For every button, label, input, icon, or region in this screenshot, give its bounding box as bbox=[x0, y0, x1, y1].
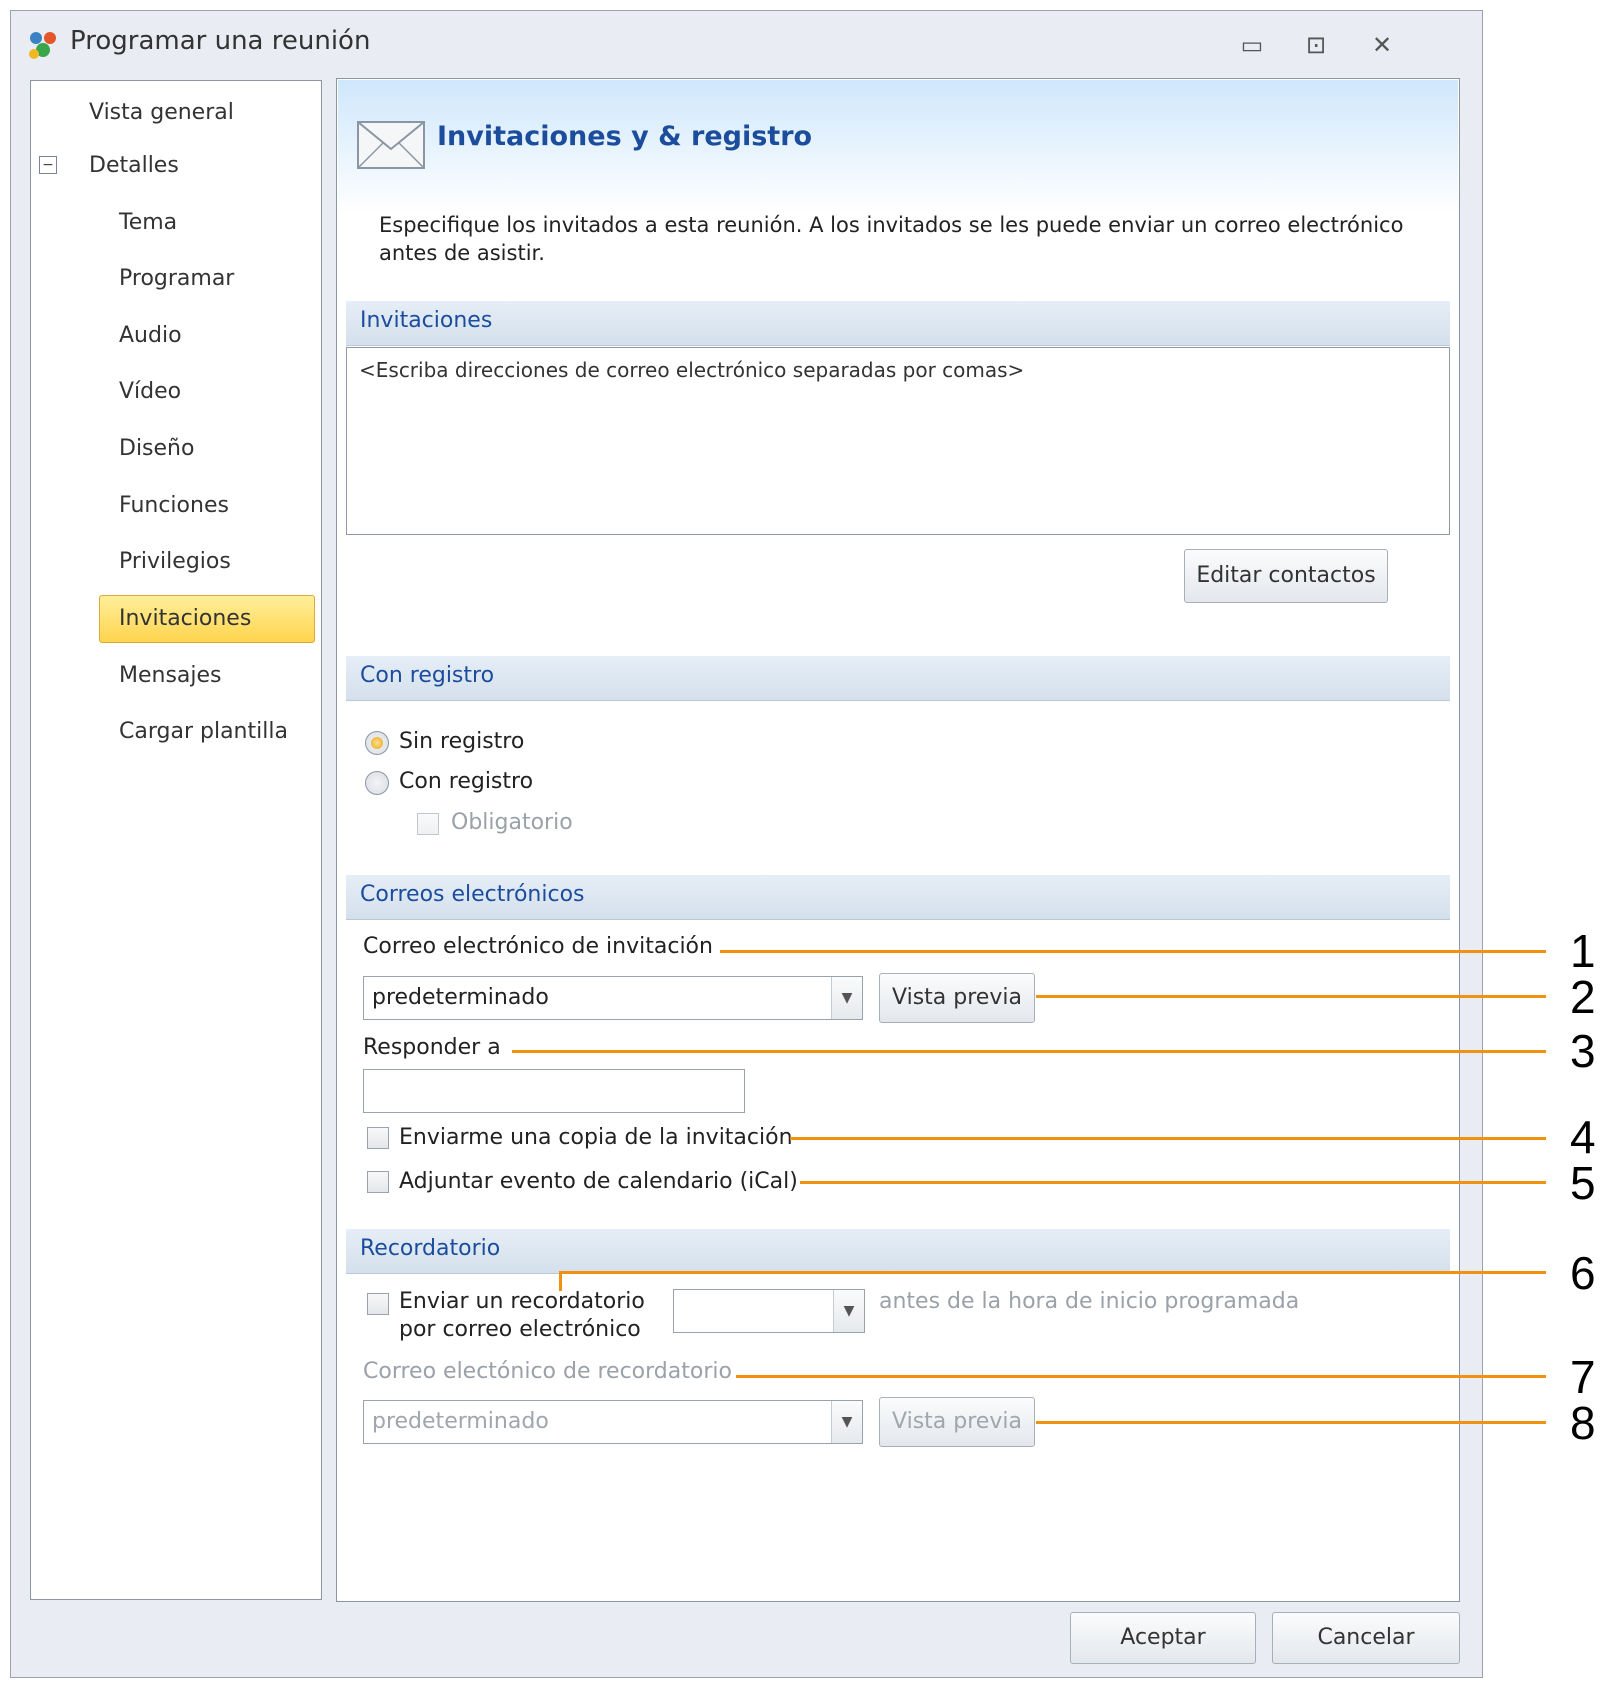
sidebar-item-vista-general[interactable]: Vista general bbox=[31, 89, 321, 137]
obligatorio-checkbox[interactable] bbox=[417, 813, 439, 835]
send-reminder-checkbox[interactable] bbox=[367, 1293, 389, 1315]
reminder-time-select[interactable]: ▼ bbox=[673, 1289, 865, 1333]
callout-line-6-drop bbox=[559, 1271, 562, 1291]
section-invitaciones: Invitaciones bbox=[346, 301, 1450, 346]
main-panel: Invitaciones y & registro Especifique lo… bbox=[336, 78, 1460, 1602]
section-correos: Correos electrónicos bbox=[346, 875, 1450, 920]
invitations-email-textarea[interactable]: <Escriba direcciones de correo electróni… bbox=[346, 347, 1450, 535]
attach-ical-label: Adjuntar evento de calendario (iCal) bbox=[399, 1169, 798, 1194]
invitation-email-label: Correo electrónico de invitación bbox=[363, 934, 713, 959]
con-registro-label: Con registro bbox=[399, 769, 534, 794]
reply-to-input[interactable] bbox=[363, 1069, 745, 1113]
edit-contacts-button[interactable]: Editar contactos bbox=[1184, 549, 1388, 603]
envelope-icon bbox=[357, 121, 425, 173]
callout-line-1 bbox=[720, 950, 1546, 953]
reply-to-label: Responder a bbox=[363, 1035, 501, 1060]
close-icon[interactable]: ✕ bbox=[1362, 28, 1402, 62]
header-band bbox=[338, 80, 1458, 230]
radio-con-registro[interactable] bbox=[365, 771, 389, 795]
before-start-text: antes de la hora de inicio programada bbox=[879, 1289, 1300, 1314]
attach-ical-checkbox[interactable] bbox=[367, 1171, 389, 1193]
sidebar-item-invitaciones[interactable]: Invitaciones bbox=[31, 595, 321, 643]
window-title: Programar una reunión bbox=[70, 26, 371, 56]
sin-registro-label: Sin registro bbox=[399, 729, 525, 754]
sidebar-item-programar[interactable]: Programar bbox=[31, 255, 321, 303]
sidebar-item-mensajes[interactable]: Mensajes bbox=[31, 652, 321, 700]
callout-line-2 bbox=[1036, 995, 1546, 998]
callout-number-6: 6 bbox=[1570, 1247, 1596, 1299]
cancel-button[interactable]: Cancelar bbox=[1272, 1612, 1460, 1664]
chevron-down-icon: ▼ bbox=[831, 977, 862, 1019]
sidebar-item-detalles[interactable]: Detalles bbox=[31, 142, 321, 190]
callout-line-8 bbox=[1036, 1421, 1546, 1424]
chevron-down-icon: ▼ bbox=[833, 1290, 864, 1332]
section-recordatorio: Recordatorio bbox=[346, 1229, 1450, 1274]
callout-line-4 bbox=[790, 1137, 1546, 1140]
sidebar-item-diseno[interactable]: Diseño bbox=[31, 425, 321, 473]
sidebar-item-tema[interactable]: Tema bbox=[31, 199, 321, 247]
sidebar-item-privilegios[interactable]: Privilegios bbox=[31, 538, 321, 586]
send-reminder-label-line2: por correo electrónico bbox=[399, 1317, 641, 1342]
sidebar-item-cargar-plantilla[interactable]: Cargar plantilla bbox=[31, 708, 321, 756]
send-copy-checkbox[interactable] bbox=[367, 1127, 389, 1149]
callout-line-5 bbox=[800, 1181, 1546, 1184]
sidebar-item-audio[interactable]: Audio bbox=[31, 312, 321, 360]
people-icon bbox=[26, 28, 60, 62]
invitation-email-select[interactable]: predeterminado ▼ bbox=[363, 976, 863, 1020]
sidebar-item-video[interactable]: Vídeo bbox=[31, 368, 321, 416]
section-con-registro: Con registro bbox=[346, 656, 1450, 701]
radio-sin-registro[interactable] bbox=[365, 731, 389, 755]
obligatorio-label: Obligatorio bbox=[451, 810, 573, 835]
reminder-preview-button[interactable]: Vista previa bbox=[879, 1397, 1035, 1447]
chevron-down-icon: ▼ bbox=[831, 1401, 862, 1443]
sidebar-item-funciones[interactable]: Funciones bbox=[31, 482, 321, 530]
invitation-preview-button[interactable]: Vista previa bbox=[879, 973, 1035, 1023]
callout-number-5: 5 bbox=[1570, 1157, 1596, 1209]
intro-text: Especifique los invitados a esta reunión… bbox=[379, 213, 1404, 265]
minimize-icon[interactable]: ▭ bbox=[1232, 28, 1272, 62]
reminder-email-label: Correo electónico de recordatorio bbox=[363, 1359, 732, 1384]
callout-number-2: 2 bbox=[1570, 971, 1596, 1023]
callout-number-3: 3 bbox=[1570, 1025, 1596, 1077]
callout-line-3 bbox=[512, 1050, 1546, 1053]
send-copy-label: Enviarme una copia de la invitación bbox=[399, 1125, 793, 1150]
page-title: Invitaciones y & registro bbox=[437, 121, 813, 152]
callout-number-8: 8 bbox=[1570, 1397, 1596, 1449]
send-reminder-label-line1: Enviar un recordatorio bbox=[399, 1289, 645, 1314]
restore-icon[interactable]: ⊡ bbox=[1296, 28, 1336, 62]
callout-line-7 bbox=[736, 1375, 1546, 1378]
callout-line-6 bbox=[559, 1271, 1546, 1274]
sidebar: − Vista general Detalles Tema Programar … bbox=[30, 80, 322, 1600]
reminder-email-select[interactable]: predeterminado ▼ bbox=[363, 1400, 863, 1444]
ok-button[interactable]: Aceptar bbox=[1070, 1612, 1256, 1664]
